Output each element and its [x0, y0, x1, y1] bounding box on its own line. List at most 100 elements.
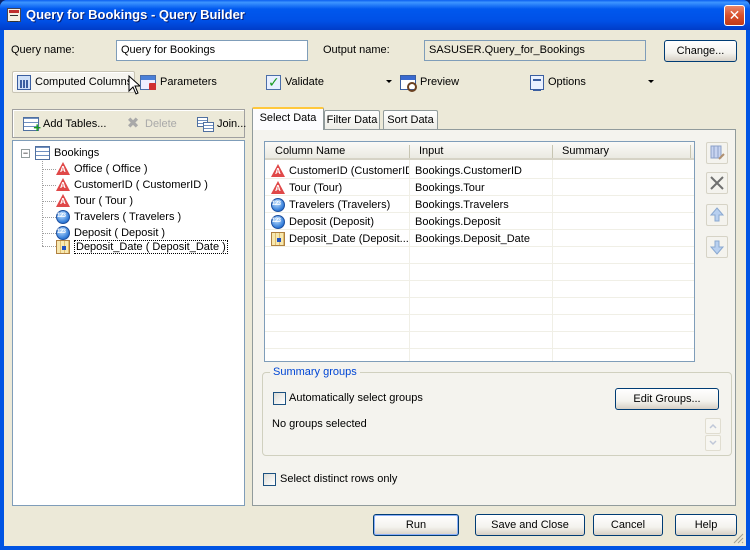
- preview-dropdown-arrow-icon[interactable]: [386, 80, 392, 83]
- move-up-button[interactable]: [706, 204, 728, 226]
- row-summary[interactable]: [558, 196, 688, 213]
- move-down-button[interactable]: [706, 236, 728, 258]
- save-and-close-button[interactable]: Save and Close: [475, 514, 585, 536]
- numeric-column-icon: [56, 210, 70, 224]
- options-label: Options: [548, 76, 586, 88]
- tree-connector: [42, 201, 56, 202]
- column-separator[interactable]: [690, 145, 691, 158]
- close-button[interactable]: ✕: [724, 5, 745, 26]
- computed-columns-button[interactable]: Computed Columns: [12, 71, 135, 93]
- grid-empty-row: [265, 298, 694, 315]
- add-table-icon: [23, 117, 41, 135]
- grid-row[interactable]: Deposit (Deposit) Bookings.Deposit: [265, 213, 694, 230]
- column-header-input[interactable]: Input: [409, 142, 443, 160]
- output-name-label: Output name:: [323, 44, 390, 56]
- tree-item[interactable]: CustomerID ( CustomerID ): [56, 177, 208, 193]
- tables-tree: − Bookings Office ( Office ) CustomerID …: [12, 140, 245, 506]
- parameters-button[interactable]: Parameters: [140, 71, 217, 93]
- parameters-icon: [140, 74, 156, 90]
- run-button[interactable]: Run: [373, 514, 459, 536]
- tree-item-label: Deposit_Date ( Deposit_Date ): [74, 240, 228, 254]
- join-label: Join...: [217, 118, 247, 130]
- validate-button[interactable]: Validate: [266, 71, 324, 93]
- row-input: Bookings.Tour: [415, 181, 485, 194]
- preview-button[interactable]: Preview: [400, 71, 459, 93]
- grid-header: Column Name Input Summary: [265, 142, 694, 160]
- date-column-icon: [56, 240, 70, 254]
- title-bar[interactable]: Query for Bookings - Query Builder ✕: [0, 0, 750, 30]
- tree-item-label: Travelers ( Travelers ): [74, 211, 182, 223]
- distinct-rows-label[interactable]: Select distinct rows only: [280, 473, 397, 485]
- auto-select-groups-label[interactable]: Automatically select groups: [289, 392, 423, 404]
- edit-column-button[interactable]: [706, 142, 728, 164]
- row-summary[interactable]: [558, 162, 688, 179]
- tables-toolbar: Add Tables... ✖ Delete Join...: [12, 109, 246, 138]
- delete-label: Delete: [145, 118, 177, 130]
- grid-empty-row: [265, 281, 694, 298]
- chevron-down-icon: [709, 440, 717, 446]
- row-input: Bookings.Deposit: [415, 215, 501, 228]
- tree-item-selected[interactable]: Deposit_Date ( Deposit_Date ): [56, 239, 228, 255]
- columns-grid: Column Name Input Summary CustomerID (Cu…: [264, 141, 695, 362]
- computed-columns-label: Computed Columns: [35, 76, 133, 88]
- tab-filter-data[interactable]: Filter Data: [324, 110, 380, 130]
- query-builder-window: Query for Bookings - Query Builder ✕ Que…: [0, 0, 750, 550]
- grid-row[interactable]: CustomerID (CustomerID) Bookings.Custome…: [265, 162, 694, 179]
- row-column-name: Deposit_Date (Deposit...: [289, 232, 409, 245]
- tab-sort-data[interactable]: Sort Data: [383, 110, 438, 130]
- grid-row[interactable]: Travelers (Travelers) Bookings.Travelers: [265, 196, 694, 213]
- collapse-toggle[interactable]: −: [21, 149, 30, 158]
- delete-x-icon: ✖: [126, 115, 140, 132]
- row-summary[interactable]: [558, 230, 688, 247]
- tree-item[interactable]: Tour ( Tour ): [56, 193, 133, 209]
- grid-row[interactable]: Deposit_Date (Deposit... Bookings.Deposi…: [265, 230, 694, 247]
- options-dropdown-arrow-icon[interactable]: [648, 80, 654, 83]
- join-button[interactable]: Join...: [197, 113, 246, 135]
- remove-column-button[interactable]: [706, 172, 728, 194]
- edit-groups-button[interactable]: Edit Groups...: [615, 388, 719, 410]
- character-column-icon: [56, 178, 70, 192]
- add-tables-button[interactable]: Add Tables...: [23, 113, 106, 135]
- change-button[interactable]: Change...: [664, 40, 737, 62]
- resize-grip-icon[interactable]: [732, 532, 744, 544]
- parameters-label: Parameters: [160, 76, 217, 88]
- numeric-column-icon: [56, 226, 70, 240]
- groups-scroll-down-button[interactable]: [705, 435, 721, 451]
- grid-row[interactable]: Tour (Tour) Bookings.Tour: [265, 179, 694, 196]
- summary-groups-box: [262, 372, 732, 456]
- column-header-name[interactable]: Column Name: [265, 142, 345, 160]
- character-column-icon: [271, 180, 285, 195]
- delete-button[interactable]: ✖ Delete: [125, 113, 177, 135]
- row-summary[interactable]: [558, 179, 688, 196]
- help-button[interactable]: Help: [675, 514, 737, 536]
- column-header-summary[interactable]: Summary: [552, 142, 609, 160]
- summary-groups-title: Summary groups: [270, 366, 360, 378]
- preview-label: Preview: [420, 76, 460, 88]
- groups-scroll-up-button[interactable]: [705, 418, 721, 434]
- auto-select-groups-checkbox[interactable]: [273, 392, 286, 405]
- arrow-down-icon: [709, 240, 725, 255]
- cancel-button[interactable]: Cancel: [593, 514, 663, 536]
- tree-item[interactable]: Travelers ( Travelers ): [56, 209, 181, 225]
- options-button[interactable]: Options: [530, 71, 586, 93]
- row-column-name: Travelers (Travelers): [289, 198, 391, 211]
- numeric-column-icon: [271, 214, 285, 229]
- output-name-input[interactable]: SASUSER.Query_for_Bookings: [424, 40, 646, 61]
- tree-connector: [42, 185, 56, 186]
- window-title: Query for Bookings - Query Builder: [26, 7, 245, 22]
- grid-empty-row: [265, 315, 694, 332]
- row-input: Bookings.Travelers: [415, 198, 509, 211]
- tree-item[interactable]: Office ( Office ): [56, 161, 148, 177]
- add-tables-label: Add Tables...: [43, 118, 107, 130]
- distinct-rows-checkbox[interactable]: [263, 473, 276, 486]
- edit-properties-icon: [710, 145, 725, 160]
- query-name-input[interactable]: Query for Bookings: [116, 40, 308, 61]
- numeric-column-icon: [271, 197, 285, 212]
- tree-root-bookings[interactable]: Bookings: [35, 145, 99, 161]
- character-column-icon: [271, 163, 285, 178]
- arrow-up-icon: [709, 207, 725, 222]
- tree-connector: [42, 246, 56, 247]
- tab-select-data[interactable]: Select Data: [252, 107, 324, 130]
- tree-connector: [42, 217, 56, 218]
- row-summary[interactable]: [558, 213, 688, 230]
